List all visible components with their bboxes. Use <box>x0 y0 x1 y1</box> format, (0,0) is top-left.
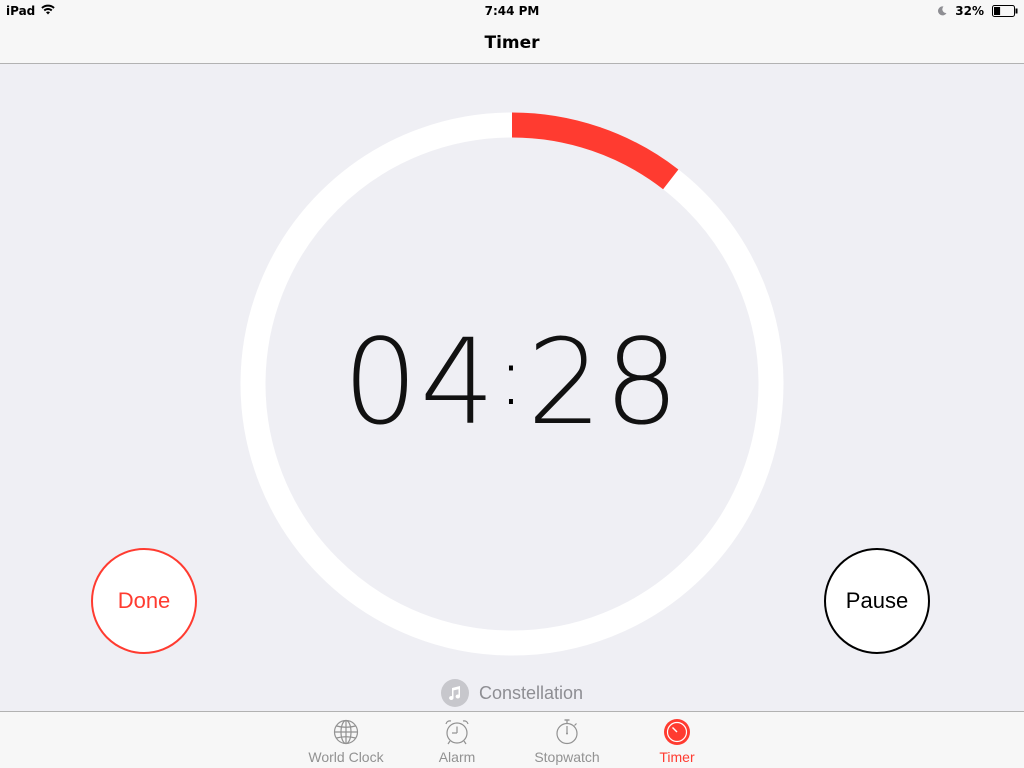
battery-icon <box>992 5 1018 17</box>
page-title: Timer <box>484 33 540 53</box>
tab-label: Timer <box>659 749 695 765</box>
tab-world-clock[interactable]: World Clock <box>296 718 396 768</box>
battery-percent: 32% <box>955 4 984 18</box>
nav-bar: Timer <box>0 22 1024 64</box>
music-note-icon <box>440 679 469 707</box>
moon-icon <box>937 6 947 16</box>
timer-minutes: 04 <box>342 313 497 451</box>
timer-sound-name: Constellation <box>478 682 584 703</box>
status-bar: iPad 7:44 PM 32% <box>0 0 1024 22</box>
timer-countdown: 04 : 28 <box>240 312 784 452</box>
pause-button[interactable]: Pause <box>824 548 930 654</box>
tab-stopwatch[interactable]: Stopwatch <box>517 718 617 768</box>
tab-alarm[interactable]: Alarm <box>407 718 507 768</box>
globe-icon <box>296 718 396 746</box>
alarm-clock-icon <box>407 718 507 746</box>
tab-label: Alarm <box>438 749 476 765</box>
timer-separator: : <box>497 329 527 423</box>
timer-sound-selector[interactable]: Constellation <box>0 679 1024 707</box>
tab-label: Stopwatch <box>534 749 600 765</box>
timer-icon <box>627 718 727 746</box>
timer-ring-progress <box>511 112 679 190</box>
status-right: 32% <box>937 4 1018 18</box>
status-time: 7:44 PM <box>484 4 540 18</box>
timer-seconds: 28 <box>527 313 682 451</box>
tab-timer[interactable]: Timer <box>627 718 727 768</box>
stopwatch-icon <box>517 718 617 746</box>
tab-bar: World Clock Alarm Stopwatch Timer <box>0 711 1024 768</box>
tab-label: World Clock <box>308 749 384 765</box>
done-button[interactable]: Done <box>91 548 197 654</box>
